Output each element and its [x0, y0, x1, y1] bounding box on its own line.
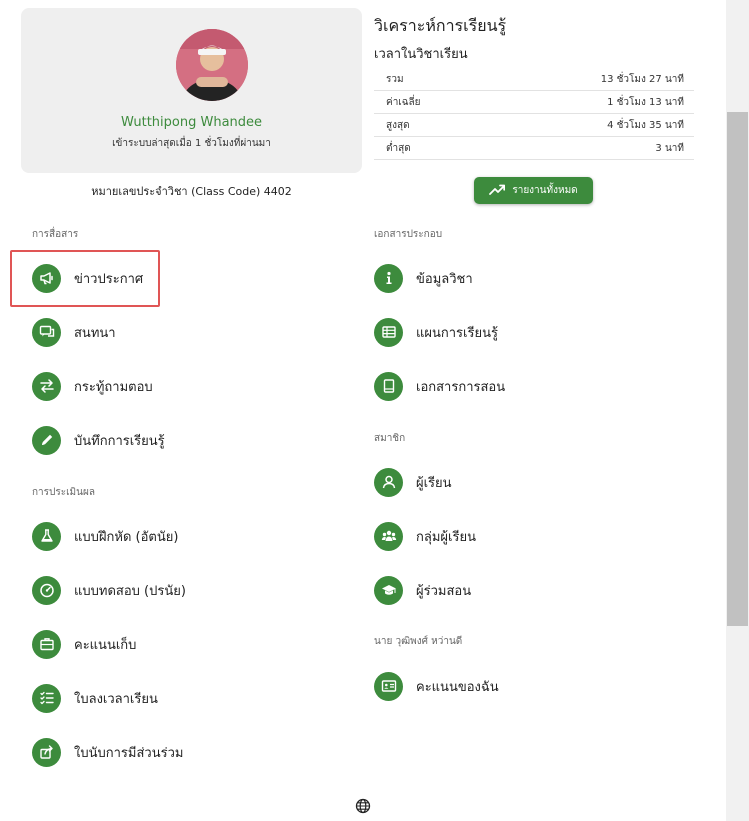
- section-label-communication: การสื่อสาร: [32, 229, 79, 240]
- time-stats-table: รวม 13 ชั่วโมง 27 นาที ค่าเฉลี่ย 1 ชั่วโ…: [374, 68, 694, 160]
- section-label-me: นาย วุฒิพงศ์ หว่านดี: [374, 636, 463, 647]
- full-report-label: รายงานทั้งหมด: [512, 185, 578, 196]
- id-card-icon: [374, 671, 403, 701]
- menu-label: ใบลงเวลาเรียน: [74, 691, 158, 707]
- menu-label: แบบทดสอบ (ปรนัย): [74, 583, 186, 599]
- stat-value: 4 ชั่วโมง 35 นาที: [607, 119, 684, 131]
- menu-item-subjective-exercise[interactable]: แบบฝึกหัด (อัตนัย): [32, 520, 178, 552]
- stat-row-total: รวม 13 ชั่วโมง 27 นาที: [374, 68, 694, 91]
- stat-label: สูงสุด: [386, 119, 410, 131]
- stat-row-average: ค่าเฉลี่ย 1 ชั่วโมง 13 นาที: [374, 91, 694, 114]
- menu-item-learning-journal[interactable]: บันทึกการเรียนรู้: [32, 424, 165, 456]
- language-globe-icon[interactable]: [355, 798, 371, 818]
- menu-item-course-info[interactable]: ข้อมูลวิชา: [374, 262, 473, 294]
- menu-item-attendance[interactable]: ใบลงเวลาเรียน: [32, 682, 158, 714]
- briefcase-icon: [32, 629, 61, 659]
- group-icon: [374, 521, 403, 551]
- full-report-button[interactable]: รายงานทั้งหมด: [474, 177, 593, 204]
- selection-highlight: [10, 250, 160, 307]
- stat-label: รวม: [386, 73, 404, 85]
- menu-label: คะแนนเก็บ: [74, 637, 137, 653]
- menu-label: เอกสารการสอน: [416, 379, 506, 395]
- stat-value: 3 นาที: [655, 142, 684, 154]
- stat-row-max: สูงสุด 4 ชั่วโมง 35 นาที: [374, 114, 694, 137]
- section-label-documents: เอกสารประกอบ: [374, 229, 443, 240]
- menu-label: กลุ่มผู้เรียน: [416, 529, 476, 545]
- menu-label: สนทนา: [74, 325, 116, 341]
- menu-item-learning-plan[interactable]: แผนการเรียนรู้: [374, 316, 498, 348]
- stat-label: ต่ำสุด: [386, 142, 411, 154]
- menu-item-scores[interactable]: คะแนนเก็บ: [32, 628, 136, 660]
- avatar: [176, 29, 248, 101]
- menu-item-co-teachers[interactable]: ผู้ร่วมสอน: [374, 574, 471, 606]
- swap-arrows-icon: [32, 371, 61, 401]
- graduation-cap-icon: [374, 575, 403, 605]
- user-name: Wutthipong Whandee: [120, 115, 263, 130]
- person-icon: [374, 467, 403, 497]
- stat-value: 1 ชั่วโมง 13 นาที: [607, 96, 684, 108]
- menu-item-my-scores[interactable]: คะแนนของฉัน: [374, 670, 499, 702]
- menu-label: ใบนับการมีส่วนร่วม: [74, 745, 184, 761]
- menu-item-qa-board[interactable]: กระทู้ถามตอบ: [32, 370, 153, 402]
- stat-row-min: ต่ำสุด 3 นาที: [374, 137, 694, 160]
- section-label-members: สมาชิก: [374, 433, 406, 444]
- flask-icon: [32, 521, 61, 551]
- trending-up-icon: [489, 184, 506, 198]
- checklist-icon: [32, 683, 61, 713]
- menu-item-chat[interactable]: สนทนา: [32, 316, 116, 348]
- menu-label: แผนการเรียนรู้: [416, 325, 498, 341]
- gauge-icon: [32, 575, 61, 605]
- menu-item-students[interactable]: ผู้เรียน: [374, 466, 452, 498]
- menu-item-teaching-docs[interactable]: เอกสารการสอน: [374, 370, 505, 402]
- scrollbar-thumb[interactable]: [727, 112, 748, 626]
- analysis-title: วิเคราะห์การเรียนรู้: [374, 16, 507, 35]
- menu-label: คะแนนของฉัน: [416, 679, 499, 695]
- menu-label: ข้อมูลวิชา: [416, 271, 473, 287]
- analysis-subtitle: เวลาในวิชาเรียน: [374, 47, 468, 62]
- share-icon: [32, 737, 61, 767]
- info-icon: [374, 263, 403, 293]
- class-code: หมายเลขประจำวิชา (Class Code) 4402: [91, 185, 292, 198]
- book-icon: [374, 371, 403, 401]
- menu-item-participation[interactable]: ใบนับการมีส่วนร่วม: [32, 736, 183, 768]
- menu-label: กระทู้ถามตอบ: [74, 379, 153, 395]
- menu-label: ผู้เรียน: [416, 475, 452, 491]
- menu-label: บันทึกการเรียนรู้: [74, 433, 165, 449]
- profile-card: Wutthipong Whandee เข้าระบบล่าสุดเมื่อ 1…: [21, 8, 362, 173]
- menu-item-objective-test[interactable]: แบบทดสอบ (ปรนัย): [32, 574, 186, 606]
- pencil-icon: [32, 425, 61, 455]
- menu-item-student-groups[interactable]: กลุ่มผู้เรียน: [374, 520, 476, 552]
- last-login-text: เข้าระบบล่าสุดเมื่อ 1 ชั่วโมงที่ผ่านมา: [112, 138, 271, 149]
- menu-label: แบบฝึกหัด (อัตนัย): [74, 529, 179, 545]
- stat-label: ค่าเฉลี่ย: [386, 96, 421, 108]
- section-label-assessment: การประเมินผล: [32, 487, 95, 498]
- menu-label: ผู้ร่วมสอน: [416, 583, 472, 599]
- chat-icon: [32, 317, 61, 347]
- table-icon: [374, 317, 403, 347]
- stat-value: 13 ชั่วโมง 27 นาที: [600, 73, 684, 85]
